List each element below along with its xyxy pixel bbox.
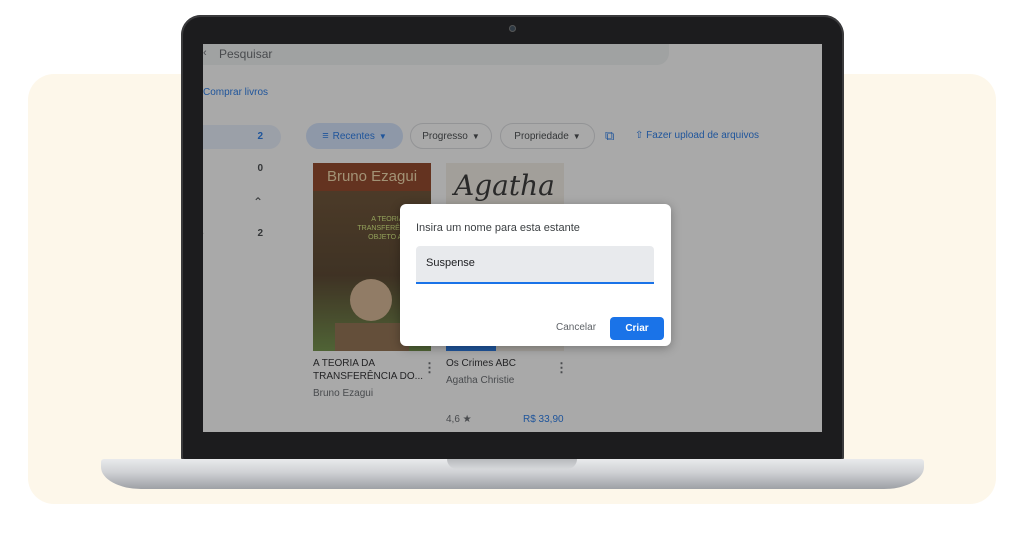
laptop-base: [101, 459, 924, 489]
cancel-button[interactable]: Cancelar: [556, 322, 596, 333]
laptop-screen: ‹ Pesquisar Comprar livros 2 0 ⌃ · 2 ≡ R…: [203, 44, 822, 432]
shelf-name-input[interactable]: [426, 257, 646, 269]
create-shelf-dialog: Insira um nome para esta estante Cancela…: [400, 204, 671, 346]
create-button[interactable]: Criar: [610, 317, 664, 340]
laptop-lid: ‹ Pesquisar Comprar livros 2 0 ⌃ · 2 ≡ R…: [181, 15, 844, 461]
laptop-notch: [447, 459, 577, 469]
dialog-title: Insira um nome para esta estante: [416, 222, 580, 234]
shelf-name-field[interactable]: [416, 246, 654, 284]
camera-icon: [509, 25, 516, 32]
